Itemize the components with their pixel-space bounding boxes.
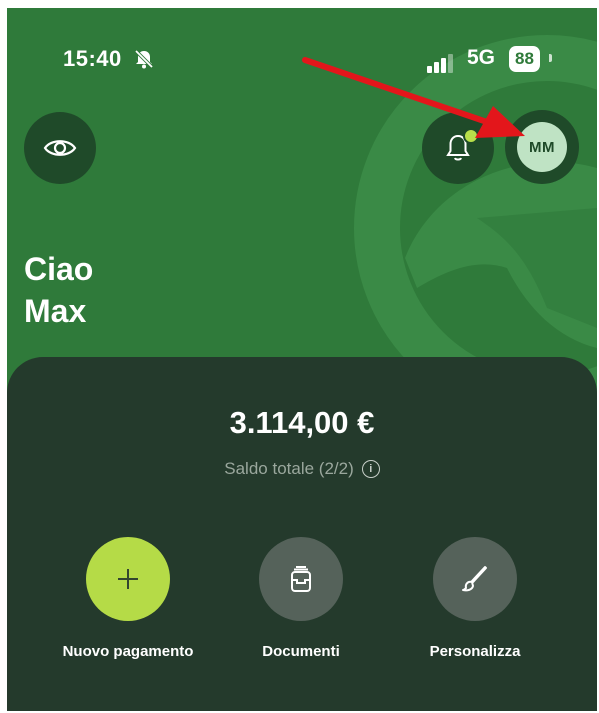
- greeting-line-1: Ciao: [24, 251, 94, 287]
- documents-icon: [291, 566, 311, 592]
- customize-label: Personalizza: [429, 643, 521, 660]
- paintbrush-icon: [462, 566, 487, 592]
- info-icon[interactable]: i: [361, 460, 380, 478]
- customize-action[interactable]: Personalizza: [395, 537, 555, 660]
- red-annotation-arrow: [302, 57, 525, 138]
- balance-subtitle: Saldo totale (2/2) i: [7, 459, 597, 479]
- documents-button[interactable]: [259, 537, 343, 621]
- greeting: Ciao Max: [24, 248, 93, 332]
- eye-icon: [43, 140, 77, 156]
- balance-panel: 3.114,00 € Saldo totale (2/2) i Nuovo pa…: [7, 357, 597, 711]
- balance-label: Saldo totale (2/2): [224, 459, 354, 478]
- greeting-user-name: Max: [24, 293, 87, 329]
- documents-action[interactable]: Documenti: [221, 537, 381, 660]
- documents-label: Documenti: [262, 643, 340, 660]
- balance-amount: 3.114,00 €: [229, 405, 375, 440]
- new-payment-action[interactable]: Nuovo pagamento: [48, 537, 208, 660]
- customize-button[interactable]: [433, 537, 517, 621]
- app-screen: 15:40 5G 88 MM Ciao Max 3.114,00 € Saldo…: [7, 8, 597, 711]
- toggle-balance-visibility-button[interactable]: [24, 112, 96, 184]
- status-time: 15:40: [63, 46, 122, 71]
- battery-tip: [549, 54, 552, 62]
- bell-muted-icon: [134, 49, 154, 69]
- plus-icon: [118, 569, 138, 589]
- new-payment-label: Nuovo pagamento: [62, 643, 194, 660]
- new-payment-button[interactable]: [86, 537, 170, 621]
